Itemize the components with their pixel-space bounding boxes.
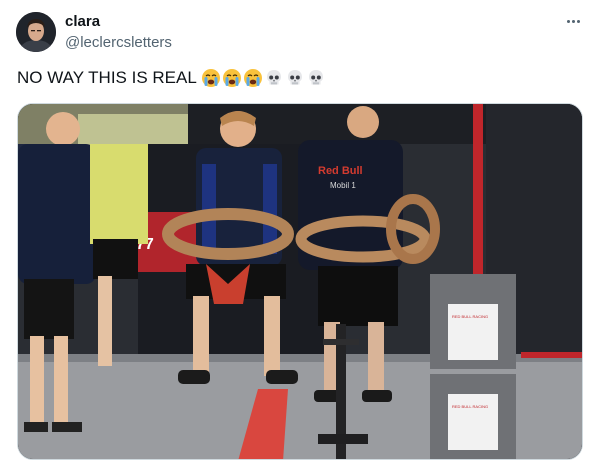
loudly-crying-face-icon <box>201 69 220 87</box>
team-logo-text: Red Bull <box>318 165 363 177</box>
skull-icon <box>308 70 323 85</box>
user-handle[interactable]: @leclercsletters <box>65 34 172 52</box>
loudly-crying-face-icon <box>243 69 262 87</box>
emoji-row <box>201 68 326 88</box>
crate-label-bottom: RED BULL RACING <box>452 404 488 409</box>
crate-label-top: RED BULL RACING <box>452 314 488 319</box>
loudly-crying-face-icon <box>222 69 241 87</box>
profile-avatar-icon <box>16 12 56 52</box>
skull-icon <box>266 70 281 85</box>
tweet-card: clara @leclercsletters NO WAY THIS IS RE… <box>0 0 601 468</box>
tweet-text-content: NO WAY THIS IS REAL <box>17 68 197 87</box>
skull-icon <box>287 70 302 85</box>
tweet-photo[interactable]: 77 Red Bull Mobil 1 RED BULL RACING RED … <box>17 103 583 460</box>
avatar[interactable] <box>16 12 56 52</box>
tweet-text: NO WAY THIS IS REAL <box>17 67 326 89</box>
garage-scene-image: 77 Red Bull Mobil 1 RED BULL RACING RED … <box>18 104 582 459</box>
team-logo-subtext: Mobil 1 <box>330 181 356 190</box>
more-options-icon[interactable] <box>561 12 585 30</box>
display-name[interactable]: clara <box>65 13 100 31</box>
